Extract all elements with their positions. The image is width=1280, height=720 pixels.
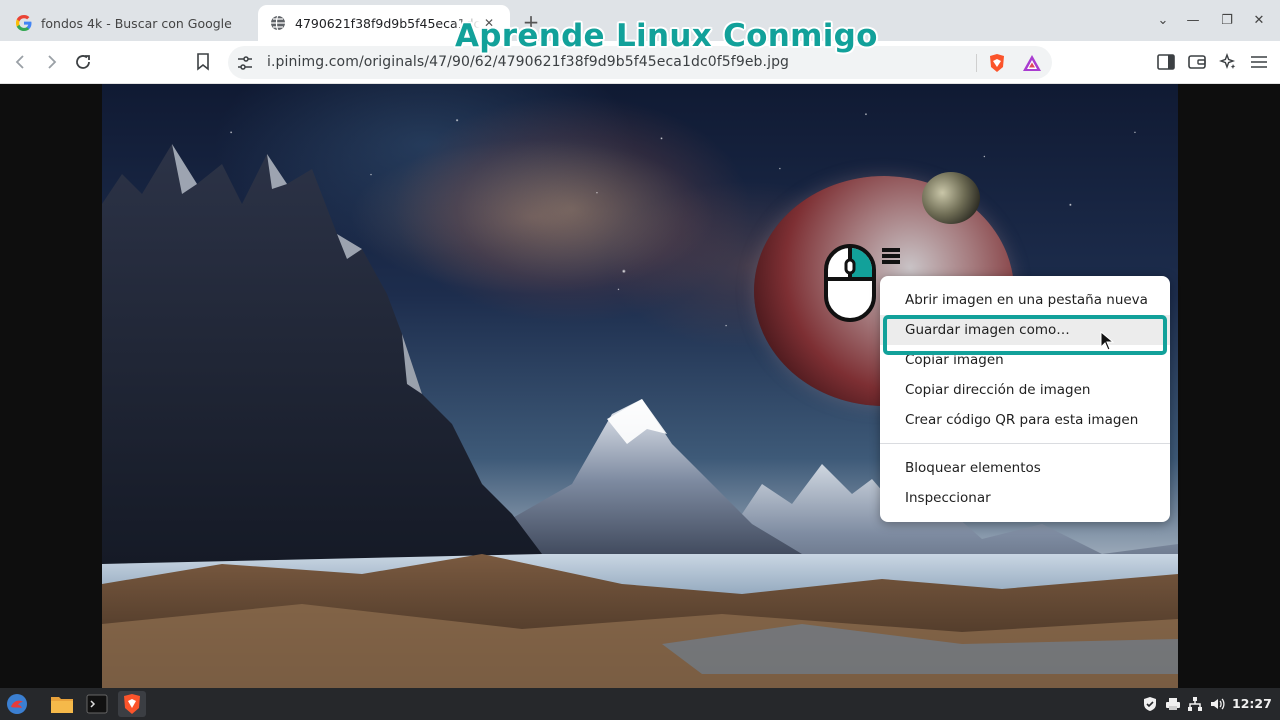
shield-tray-icon[interactable]	[1142, 696, 1158, 712]
watermark-text: Aprende Linux Conmigo	[455, 18, 878, 54]
brave-shield-icon[interactable]	[988, 53, 1006, 73]
network-tray-icon[interactable]	[1187, 696, 1203, 712]
menu-item-block-elements[interactable]: Bloquear elementos	[880, 453, 1170, 483]
highlight-annotation	[883, 315, 1167, 355]
taskbar: 12:27	[0, 688, 1280, 720]
leo-ai-icon[interactable]	[1216, 50, 1240, 74]
tab-title: fondos 4k - Buscar con Google	[41, 15, 232, 31]
context-menu: Abrir imagen en una pestaña nueva Guarda…	[880, 276, 1170, 522]
menu-separator	[880, 443, 1170, 444]
brave-rewards-icon[interactable]	[1022, 54, 1042, 72]
menu-item-create-qr-code[interactable]: Crear código QR para esta imagen	[880, 405, 1170, 435]
app-menu-icon[interactable]	[3, 691, 31, 717]
file-manager-icon[interactable]	[48, 691, 76, 717]
bookmark-icon[interactable]	[191, 50, 215, 74]
menu-icon[interactable]	[1247, 50, 1271, 74]
site-settings-icon[interactable]	[236, 54, 254, 72]
terminal-icon[interactable]	[83, 691, 111, 717]
minimize-button[interactable]: —	[1182, 9, 1204, 31]
tab-title: 4790621f38f9d9b5f45eca1dc0f5f9eb.jpg	[295, 15, 480, 31]
menu-item-copy-image-address[interactable]: Copiar dirección de imagen	[880, 375, 1170, 405]
globe-icon	[270, 15, 286, 31]
mouse-pointer-icon	[1100, 331, 1115, 351]
close-window-button[interactable]: ✕	[1248, 9, 1270, 31]
tab-search-dropdown-icon[interactable]: ⌄	[1152, 9, 1174, 31]
google-g-icon	[16, 15, 32, 31]
reload-icon[interactable]	[71, 50, 95, 74]
back-icon[interactable]	[8, 50, 32, 74]
forward-icon[interactable]	[40, 50, 64, 74]
menu-item-open-image-new-tab[interactable]: Abrir imagen en una pestaña nueva	[880, 285, 1170, 315]
restore-button[interactable]: ❐	[1216, 9, 1238, 31]
wallet-icon[interactable]	[1185, 50, 1209, 74]
printer-tray-icon[interactable]	[1165, 696, 1181, 712]
address-bar-divider	[976, 54, 977, 72]
url-text: i.pinimg.com/originals/47/90/62/4790621f…	[267, 54, 790, 70]
clock[interactable]: 12:27	[1232, 696, 1272, 711]
sidebar-icon[interactable]	[1154, 50, 1178, 74]
menu-item-inspect[interactable]: Inspeccionar	[880, 483, 1170, 513]
brave-browser-icon[interactable]	[118, 691, 146, 717]
tab-google-search[interactable]: fondos 4k - Buscar con Google	[4, 5, 256, 41]
volume-tray-icon[interactable]	[1209, 696, 1225, 712]
